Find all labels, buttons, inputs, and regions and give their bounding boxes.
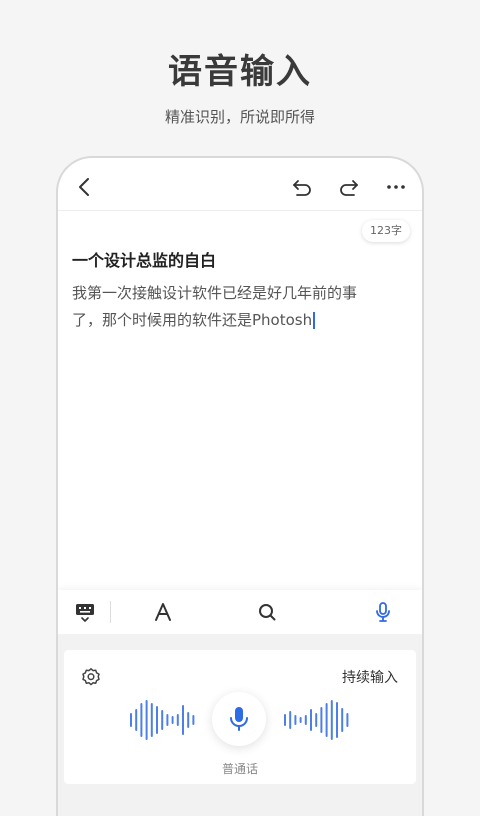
- record-button[interactable]: [212, 692, 266, 746]
- wave-bar: [135, 709, 138, 731]
- wave-bar: [130, 713, 132, 727]
- sound-wave-left: [130, 700, 195, 740]
- voice-card: 持续输入 普通话: [64, 650, 416, 784]
- wave-bar: [171, 716, 174, 724]
- top-bar: [58, 158, 422, 211]
- document-title[interactable]: 一个设计总监的自白: [72, 247, 216, 271]
- font-icon[interactable]: [152, 601, 174, 623]
- wave-bar: [187, 712, 190, 728]
- search-icon[interactable]: [256, 601, 278, 623]
- undo-icon[interactable]: [291, 176, 313, 198]
- wave-bar: [341, 708, 344, 732]
- document-body[interactable]: 我第一次接触设计软件已经是好几年前的事 了，那个时候用的软件还是Photosh: [72, 280, 402, 334]
- wave-bar: [166, 714, 169, 726]
- hero-subtitle: 精准识别，所说即所得: [164, 108, 315, 126]
- wave-bar: [182, 705, 184, 735]
- more-icon[interactable]: [385, 176, 407, 198]
- document-body-line: 我第一次接触设计软件已经是好几年前的事: [72, 284, 358, 302]
- microphone-icon: [230, 707, 248, 731]
- continuous-input-toggle[interactable]: 持续输入: [342, 667, 398, 687]
- wave-bar: [176, 714, 179, 726]
- wave-bar: [161, 710, 164, 730]
- gear-icon[interactable]: [81, 667, 101, 687]
- editor-toolbar: [58, 590, 422, 634]
- hero-title: 语音输入: [168, 52, 312, 92]
- wave-bar: [315, 713, 318, 727]
- wave-bar: [140, 703, 143, 737]
- text-cursor: [313, 312, 316, 329]
- wave-bar: [289, 711, 292, 729]
- wave-bar: [325, 703, 328, 737]
- wave-bar: [284, 714, 286, 726]
- wave-bar: [336, 702, 338, 738]
- toolbar-divider: [110, 601, 111, 623]
- back-arrow-icon[interactable]: [74, 176, 96, 198]
- wave-bar: [299, 717, 302, 723]
- wave-bar: [294, 715, 297, 725]
- keyboard-icon[interactable]: [74, 601, 96, 623]
- wave-bar: [192, 715, 195, 725]
- wave-bar: [330, 700, 333, 740]
- wave-bar: [310, 709, 312, 731]
- wave-bar: [320, 707, 323, 733]
- wave-bar: [150, 703, 153, 737]
- phone-frame: 123字 一个设计总监的自白 我第一次接触设计软件已经是好几年前的事 了，那个时…: [56, 156, 424, 816]
- microphone-icon[interactable]: [372, 601, 394, 623]
- word-count-badge: 123字: [362, 220, 410, 242]
- wave-bar: [145, 700, 148, 740]
- sound-wave-right: [284, 700, 349, 740]
- voice-input-panel: 持续输入 普通话: [58, 634, 422, 816]
- wave-bar: [156, 706, 158, 734]
- language-label[interactable]: 普通话: [64, 760, 416, 777]
- wave-bar: [346, 713, 349, 727]
- document-body-line: 了，那个时候用的软件还是Photosh: [72, 311, 313, 329]
- wave-bar: [304, 715, 307, 725]
- redo-icon[interactable]: [338, 176, 360, 198]
